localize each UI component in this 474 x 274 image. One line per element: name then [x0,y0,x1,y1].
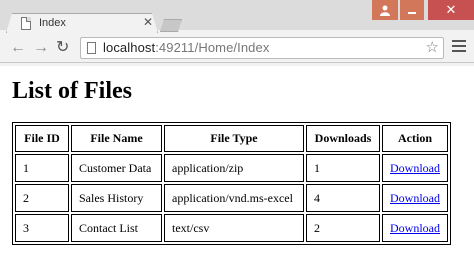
table-row: 2 Sales History application/vnd.ms-excel… [15,184,448,212]
downloads-cell: 4 [306,184,380,212]
table-row: 1 Customer Data application/zip 1 Downlo… [15,154,448,182]
download-link[interactable]: Download [390,221,440,235]
minimize-icon[interactable] [400,0,424,20]
file-type-cell: text/csv [164,214,304,242]
file-type-cell: application/vnd.ms-excel [164,184,304,212]
url-host: localhost [103,40,156,55]
file-name-cell: Customer Data [71,154,162,182]
table-row: 3 Contact List text/csv 2 Download [15,214,448,242]
browser-tab[interactable]: Index ✕ [6,13,158,33]
page-content: List of Files File ID File Name File Typ… [0,66,474,274]
file-type-cell: application/zip [164,154,304,182]
download-link[interactable]: Download [390,161,440,175]
close-tab-icon[interactable]: ✕ [143,15,153,29]
files-table: File ID File Name File Type Downloads Ac… [12,122,451,245]
url-path: :49211/Home/Index [155,40,270,55]
user-icon[interactable] [372,0,398,20]
file-name-cell: Contact List [71,214,162,242]
back-arrow-icon[interactable]: ← [10,38,26,58]
page-title: List of Files [12,78,132,104]
action-cell: Download [382,184,448,212]
downloads-cell: 1 [306,154,380,182]
tab-title: Index [39,17,66,29]
table-header-row: File ID File Name File Type Downloads Ac… [15,125,448,152]
window-close-icon[interactable]: ✕ [428,0,474,20]
action-cell: Download [382,154,448,182]
column-header: Action [382,125,448,152]
address-bar[interactable]: localhost:49211/Home/Index ☆ [80,37,444,59]
reload-icon[interactable]: ↻ [56,38,69,58]
downloads-cell: 2 [306,214,380,242]
page-icon [21,17,31,30]
file-id-cell: 1 [15,154,69,182]
column-header: File Name [71,125,162,152]
toolbar: ← → ↻ localhost:49211/Home/Index ☆ [0,33,474,63]
action-cell: Download [382,214,448,242]
file-id-cell: 2 [15,184,69,212]
column-header: File ID [15,125,69,152]
forward-arrow-icon[interactable]: → [33,38,49,58]
column-header: File Type [164,125,304,152]
url-text: localhost:49211/Home/Index [103,40,269,55]
menu-icon[interactable] [452,40,466,54]
file-name-cell: Sales History [71,184,162,212]
browser-chrome: Index ✕ ✕ ← → ↻ localhost:49211/Home/Ind… [0,0,474,66]
file-id-cell: 3 [15,214,69,242]
bookmark-star-icon[interactable]: ☆ [426,38,439,56]
column-header: Downloads [306,125,380,152]
page-icon [87,42,96,54]
download-link[interactable]: Download [390,191,440,205]
